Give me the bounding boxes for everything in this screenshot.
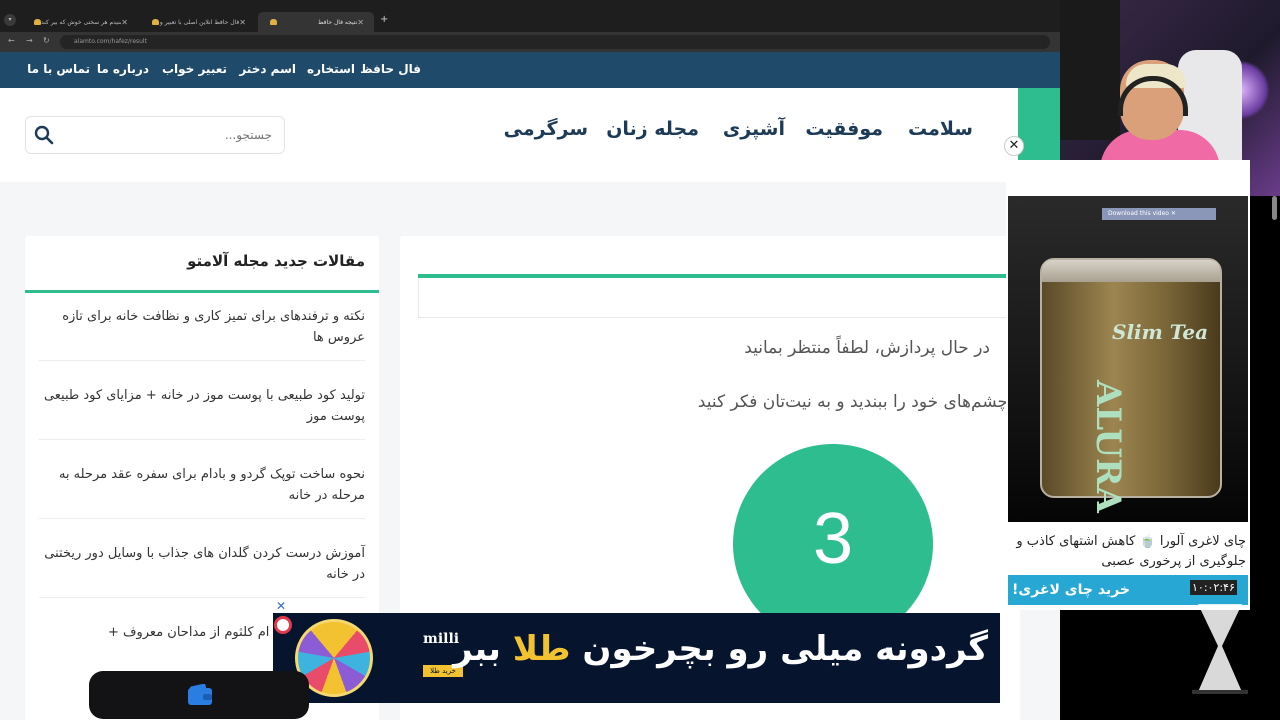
jar-brand: ALURA bbox=[1088, 380, 1128, 513]
tab-favicon-icon bbox=[152, 19, 159, 25]
ad-close-button[interactable]: ✕ bbox=[1004, 136, 1024, 156]
ad-description: چای لاغری آلورا 🍵 کاهش اشتهای کاذب و جلو… bbox=[1016, 534, 1246, 569]
bottom-banner-ad[interactable]: milli خرید طلا گردونه میلی رو بچرخون طلا… bbox=[273, 613, 1000, 703]
sidebar-divider bbox=[25, 290, 379, 293]
article-link[interactable]: نحوه ساخت توپک گردو و بادام برای سفره عق… bbox=[39, 464, 365, 519]
browser-tab-3[interactable]: نتیجه فال حافظ ✕ bbox=[258, 12, 374, 32]
forward-icon[interactable]: → bbox=[26, 36, 33, 45]
tab-close-icon[interactable]: ✕ bbox=[239, 18, 246, 27]
browser-tab-bar: ▾ شنیدم هر سختی خوش که بیر کند ✕ فال حاف… bbox=[0, 0, 1060, 32]
banner-close-button[interactable]: ✕ bbox=[274, 599, 288, 613]
instruction-text: چشم‌های خود را ببندید و به نیت‌تان فکر ک… bbox=[697, 392, 1008, 412]
nav-item-girl-names[interactable]: اسم دختر bbox=[239, 52, 296, 88]
headline-part: گردونه میلی رو بچرخون bbox=[582, 629, 988, 669]
site-header: سلامت موفقیت آشپزی مجله زنان سرگرمی bbox=[0, 88, 1060, 182]
nav-item-hafez[interactable]: فال حافظ bbox=[360, 52, 421, 88]
article-link[interactable]: نکته و ترفندهای برای تمیز کاری و نظافت خ… bbox=[39, 306, 365, 361]
tab-close-icon[interactable]: ✕ bbox=[357, 18, 364, 27]
search-icon[interactable] bbox=[34, 125, 54, 145]
ad-headline: گردونه میلی رو بچرخون طلا ببر bbox=[453, 629, 988, 669]
tea-jar-lid bbox=[1042, 260, 1220, 282]
hourglass-icon bbox=[1192, 604, 1248, 694]
tab-favicon-icon bbox=[270, 19, 277, 25]
tab-title: شنیدم هر سختی خوش که بیر کند bbox=[41, 18, 122, 26]
menu-success[interactable]: موفقیت bbox=[805, 118, 883, 140]
address-bar-row: ← → ↻ alamto.com/hafez/result bbox=[0, 32, 1060, 52]
tab-close-icon[interactable]: ✕ bbox=[121, 18, 128, 27]
menu-women-magazine[interactable]: مجله زنان bbox=[606, 118, 699, 140]
logo-area[interactable] bbox=[1018, 88, 1060, 160]
article-link[interactable]: آموزش درست کردن گلدان های جذاب با وسایل … bbox=[39, 543, 365, 598]
tab-search-button[interactable]: ▾ bbox=[4, 14, 16, 26]
tab-title: فال حافظ آنلاین اصلی با تعبیر و bbox=[159, 18, 240, 26]
headline-part: ببر bbox=[453, 629, 501, 669]
browser-tab-1[interactable]: شنیدم هر سختی خوش که بیر کند ✕ bbox=[22, 12, 138, 32]
search-box bbox=[25, 116, 285, 154]
sidebar-title: مقالات جدید مجله آلامتو bbox=[187, 252, 365, 270]
article-link[interactable]: تولید کود طبیعی با پوست موز در خانه + مز… bbox=[39, 385, 365, 440]
reload-icon[interactable]: ↻ bbox=[43, 36, 50, 45]
nav-item-estekhare[interactable]: استخاره bbox=[307, 52, 355, 88]
browser-tab-2[interactable]: فال حافظ آنلاین اصلی با تعبیر و ✕ bbox=[140, 12, 256, 32]
jar-label: Slim Tea bbox=[1112, 320, 1209, 344]
scrollbar-thumb[interactable] bbox=[1272, 196, 1277, 220]
nav-item-contact[interactable]: تماس با ما bbox=[27, 52, 90, 88]
download-video-button[interactable]: Download this video ✕ bbox=[1102, 208, 1216, 220]
menu-health[interactable]: سلامت bbox=[908, 118, 973, 140]
nav-item-about[interactable]: درباره ما bbox=[97, 52, 149, 88]
site-top-nav: فال حافظ استخاره اسم دختر تعبیر خواب درب… bbox=[0, 52, 1060, 88]
processing-text: در حال پردازش، لطفاً منتظر بمانید bbox=[744, 338, 990, 358]
tab-favicon-icon bbox=[34, 19, 41, 25]
card-header-box bbox=[418, 278, 1020, 318]
ad-badge-icon bbox=[274, 616, 292, 634]
tab-title: نتیجه فال حافظ bbox=[317, 18, 358, 26]
nav-item-dreams[interactable]: تعبیر خواب bbox=[162, 52, 227, 88]
url-field[interactable]: alamto.com/hafez/result bbox=[60, 35, 1050, 49]
search-input[interactable] bbox=[72, 125, 272, 145]
menu-entertainment[interactable]: سرگرمی bbox=[504, 118, 588, 140]
back-icon[interactable]: ← bbox=[8, 36, 15, 45]
new-tab-icon[interactable]: + bbox=[380, 14, 388, 25]
webcam-shelf bbox=[1060, 0, 1120, 140]
download-label: Download this video bbox=[1108, 210, 1169, 217]
headline-gold: طلا bbox=[512, 629, 571, 669]
wallet-icon[interactable] bbox=[187, 684, 213, 706]
menu-cooking[interactable]: آشپزی bbox=[723, 118, 785, 140]
tea-jar-image bbox=[1040, 258, 1222, 498]
stream-timer: ۱۰:۰۲:۴۶ bbox=[1190, 580, 1237, 595]
